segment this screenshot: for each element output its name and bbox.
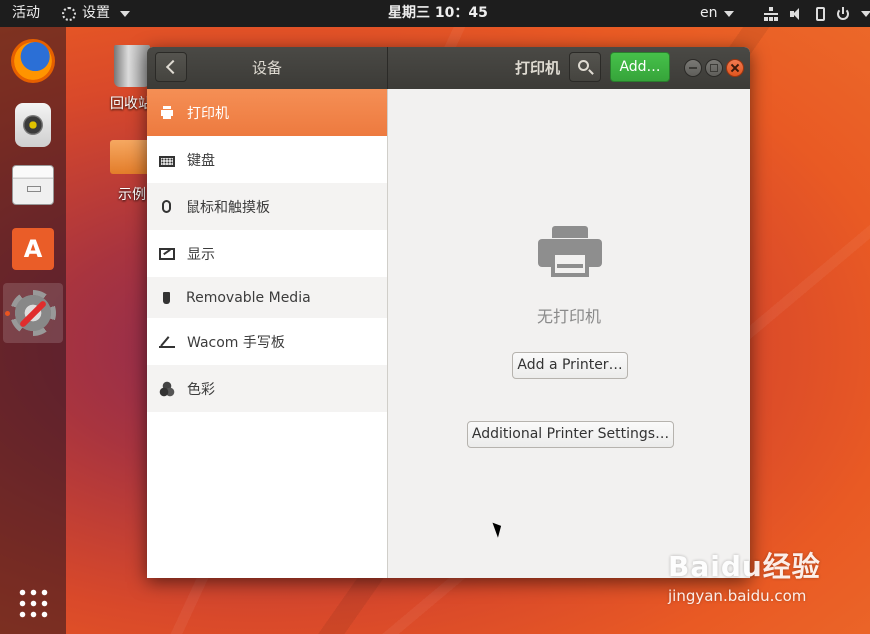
empty-state-text: 无打印机 (536, 307, 601, 326)
language-label: en (700, 5, 718, 21)
file-cabinet-icon (12, 165, 54, 205)
sidebar-item-label: 显示 (187, 246, 215, 263)
printer-paper-line (557, 264, 583, 268)
sidebar-item-mouse[interactable]: 鼠标和触摸板 (147, 183, 387, 230)
volume-icon (790, 6, 804, 21)
back-button[interactable] (155, 52, 187, 82)
dock-files[interactable] (3, 155, 63, 215)
close-button[interactable] (726, 59, 744, 77)
dock-settings[interactable] (3, 283, 63, 343)
speaker-icon (15, 103, 51, 147)
search-button[interactable] (569, 52, 601, 82)
header-divider (387, 47, 388, 89)
sidebar-item-removable-media[interactable]: Removable Media (147, 277, 387, 318)
desktop-trash-label: 回收站 (110, 96, 152, 112)
additional-printer-settings-button[interactable]: Additional Printer Settings… (467, 421, 674, 448)
language-menu[interactable]: en (700, 0, 734, 27)
add-printer-button[interactable]: Add a Printer… (512, 352, 628, 379)
watermark-logo: Baidu经验 (668, 550, 821, 583)
network-icon (764, 6, 778, 21)
desktop-examples-label: 示例 (118, 187, 146, 203)
dock-software[interactable]: A (3, 219, 63, 279)
display-icon (159, 247, 175, 260)
show-applications-icon[interactable] (17, 587, 49, 619)
search-icon (578, 60, 589, 71)
panel-title: 打印机 (515, 59, 561, 77)
sidebar-title: 设备 (251, 59, 282, 77)
sidebar-item-printers[interactable]: 打印机 (147, 89, 387, 136)
printer-icon (159, 104, 175, 121)
mouse-icon (162, 200, 171, 213)
system-tray[interactable] (764, 0, 870, 27)
sidebar-item-label: 鼠标和触摸板 (186, 199, 270, 216)
top-bar: 活动 设置 星期三 10：45 en (0, 0, 870, 27)
sidebar-item-label: Removable Media (186, 289, 311, 306)
firefox-icon (11, 39, 55, 83)
sidebar-item-wacom[interactable]: Wacom 手写板 (147, 318, 387, 365)
chevron-down-icon (861, 10, 870, 17)
minimize-button[interactable] (684, 59, 702, 77)
sidebar-item-display[interactable]: 显示 (147, 230, 387, 277)
app-menu-label: 设置 (82, 5, 110, 21)
desktop-examples[interactable]: 示例 (110, 140, 150, 204)
header-bar: 设备 打印机 Add… (147, 47, 750, 89)
app-menu[interactable]: 设置 (62, 0, 130, 27)
software-store-icon: A (12, 228, 54, 270)
sidebar: 打印机 键盘 鼠标和触摸板 显示 Removable Media Wacom 手… (147, 89, 388, 578)
maximize-button[interactable] (705, 59, 723, 77)
trash-icon (114, 45, 150, 87)
chevron-left-icon (165, 59, 181, 75)
sidebar-item-label: 打印机 (187, 105, 229, 122)
settings-icon (10, 290, 56, 336)
usb-icon (163, 291, 170, 304)
printer-icon (538, 226, 602, 282)
watermark-url: jingyan.baidu.com (668, 587, 807, 605)
window-controls (684, 59, 744, 77)
chevron-down-icon (120, 10, 130, 17)
printers-panel: 无打印机 Add a Printer… Additional Printer S… (388, 89, 750, 578)
chevron-down-icon (723, 10, 734, 17)
tablet-icon (159, 336, 175, 348)
gear-icon (62, 6, 76, 21)
color-icon (159, 380, 175, 397)
power-icon (837, 6, 849, 20)
sidebar-item-label: 键盘 (187, 152, 215, 169)
desktop-trash[interactable]: 回收站 (110, 45, 152, 113)
printer-top (552, 226, 588, 238)
keyboard-icon (159, 155, 175, 167)
sidebar-item-color[interactable]: 色彩 (147, 365, 387, 412)
sidebar-item-keyboard[interactable]: 键盘 (147, 136, 387, 183)
sidebar-item-label: Wacom 手写板 (187, 334, 285, 351)
dock-rhythmbox[interactable] (3, 95, 63, 155)
battery-icon (816, 6, 825, 21)
add-button[interactable]: Add… (610, 52, 670, 82)
clock[interactable]: 星期三 10：45 (388, 0, 488, 27)
folder-icon (110, 140, 150, 174)
settings-window: 设备 打印机 Add… 打印机 键盘 鼠标和触摸板 显示 Removable M… (147, 47, 750, 578)
dock-firefox[interactable] (3, 31, 63, 91)
dock: A (0, 27, 66, 634)
sidebar-item-label: 色彩 (187, 381, 215, 398)
watermark: Baidu经验 jingyan.baidu.com (668, 545, 821, 605)
activities-button[interactable]: 活动 (12, 0, 40, 27)
